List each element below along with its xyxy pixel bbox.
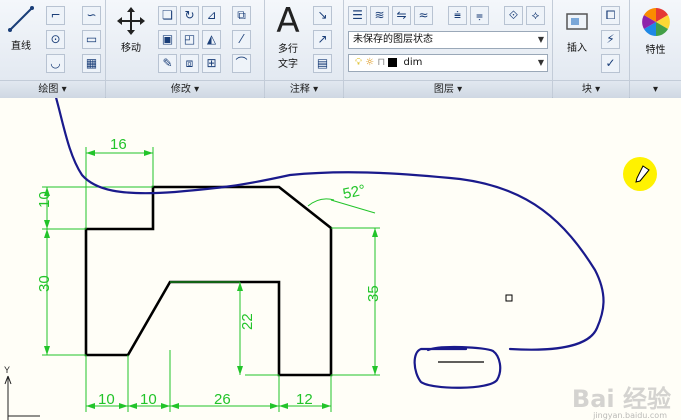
layers-panel: ☰ ≋ ⇋ ≈ ⩧ ⩦ ⟐ ⟡ 未保存的图层状态 ▼ 💡︎ ☼ ⊓ dim ▼ 图… <box>344 0 553 98</box>
fillet-icon[interactable]: ⌒ <box>232 54 251 73</box>
dim-inner-height: 22 <box>239 313 256 330</box>
rotate-icon[interactable]: ↻ <box>180 6 199 25</box>
layer-off-icon[interactable]: ⩦ <box>470 6 489 25</box>
drawing-canvas[interactable]: 16 10 30 22 35 52° 10 10 26 12 Y Bai 经验 … <box>0 98 681 420</box>
leader-icon[interactable]: ↗ <box>313 30 332 49</box>
linear-dimension-icon[interactable]: ↘ <box>313 6 332 25</box>
part-outline <box>84 185 333 377</box>
move-label: 移动 <box>121 43 141 54</box>
erase-icon[interactable]: ✎ <box>158 54 177 73</box>
mtext-button[interactable]: A 多行 文字 <box>269 2 307 74</box>
properties-panel-expander[interactable]: ▾ <box>630 80 681 98</box>
dim-bottom-3: 26 <box>214 391 231 408</box>
scale-icon[interactable]: ◰ <box>180 30 199 49</box>
annotation-panel-label[interactable]: 注释 ▾ <box>265 80 343 98</box>
dim-bottom-1: 10 <box>98 391 115 408</box>
chevron-down-icon: ▼ <box>537 35 544 44</box>
properties-button[interactable]: 特性 <box>634 6 677 62</box>
annotation-panel: A 多行 文字 ↘ ↗ ▤ 注释 ▾ <box>265 0 344 98</box>
draw-panel: 直线 ⌐ ⊙ ◡ ∽ ▭ ▦ 绘图 ▾ <box>0 0 106 98</box>
line-label: 直线 <box>11 41 31 52</box>
block-panel-label[interactable]: 块 ▾ <box>553 80 629 98</box>
watermark-url: jingyan.baidu.com <box>593 411 667 420</box>
move-button[interactable]: 移动 <box>112 6 150 62</box>
create-block-icon[interactable]: ⧠ <box>601 6 620 25</box>
move-icon <box>117 7 145 35</box>
table-icon[interactable]: ▤ <box>313 54 332 73</box>
offset-icon[interactable]: ⧈ <box>180 54 199 73</box>
layer-previous-icon[interactable]: ⇋ <box>392 6 411 25</box>
dim-bottom-2: 10 <box>140 391 157 408</box>
dim-right-height: 35 <box>365 285 382 302</box>
pickbox <box>505 294 513 302</box>
chevron-down-icon: ▼ <box>537 58 544 67</box>
ucs-y-label: Y <box>4 365 10 375</box>
layer-lock-icon[interactable]: ⟐ <box>504 6 523 25</box>
block-panel: 插入 ⧠ ⚡︎ ✓ 块 ▾ <box>553 0 630 98</box>
trim-icon[interactable]: ⊿ <box>202 6 221 25</box>
layer-properties-icon[interactable]: ☰ <box>348 6 367 25</box>
mirror-icon[interactable]: ◭ <box>202 30 221 49</box>
ribbon: 直线 ⌐ ⊙ ◡ ∽ ▭ ▦ 绘图 ▾ 移动 ❏ ↻ ⊿ ⧉ ▣ ◰ ◭ ⁄ ✎… <box>0 0 681 98</box>
color-swatch <box>388 57 398 67</box>
color-wheel-icon <box>641 8 670 36</box>
drawing-svg: 16 10 30 22 35 52° 10 10 26 12 Y <box>4 98 657 420</box>
break-icon[interactable]: ⁄ <box>232 30 251 49</box>
edit-block-icon[interactable]: ⚡︎ <box>601 30 620 49</box>
mtext-label-1: 多行 <box>278 44 298 55</box>
properties-panel: 特性 ▾ <box>630 0 681 98</box>
layer-state-dropdown[interactable]: 未保存的图层状态 ▼ <box>348 31 548 49</box>
properties-label: 特性 <box>645 45 666 56</box>
insert-icon <box>566 13 588 30</box>
layer-match-icon[interactable]: ≋ <box>370 6 389 25</box>
dim-bottom-4: 12 <box>296 391 313 408</box>
insert-label: 插入 <box>567 43 587 54</box>
rectangle-icon[interactable]: ▭ <box>82 30 101 49</box>
arc-icon[interactable]: ◡ <box>46 54 65 73</box>
insert-button[interactable]: 插入 <box>557 6 597 62</box>
current-layer-dropdown[interactable]: 💡︎ ☼ ⊓ dim ▼ <box>348 54 548 72</box>
hatch-icon[interactable]: ▦ <box>82 54 101 73</box>
polyline-icon[interactable]: ⌐ <box>46 6 65 25</box>
layer-freeze-icon[interactable]: ⩧ <box>448 6 467 25</box>
dim-left-main: 30 <box>36 275 53 292</box>
modify-panel-label[interactable]: 修改 ▾ <box>106 80 264 98</box>
modify-panel: 移动 ❏ ↻ ⊿ ⧉ ▣ ◰ ◭ ⁄ ✎ ⧈ ⊞ ⌒ 修改 ▾ <box>106 0 265 98</box>
mtext-label-2: 文字 <box>278 59 298 70</box>
spline-icon[interactable]: ∽ <box>82 6 101 25</box>
copy-icon[interactable]: ❏ <box>158 6 177 25</box>
layers-panel-label[interactable]: 图层 ▾ <box>344 80 552 98</box>
ucs-icon <box>4 375 40 420</box>
stretch-icon[interactable]: ▣ <box>158 30 177 49</box>
array-icon[interactable]: ⧉ <box>232 6 251 25</box>
attribute-icon[interactable]: ✓ <box>601 54 620 73</box>
layer-isolate-icon[interactable]: ≈ <box>414 6 433 25</box>
circle-icon[interactable]: ⊙ <box>46 30 65 49</box>
watermark-logo: Bai 经验 <box>571 385 671 413</box>
sun-icon: ☼ <box>365 57 375 68</box>
draw-panel-label[interactable]: 绘图 ▾ <box>0 80 105 98</box>
line-button[interactable]: 直线 <box>4 4 38 60</box>
line-icon <box>8 6 34 32</box>
layer-walk-icon[interactable]: ⟡ <box>526 6 545 25</box>
dim-top-width: 16 <box>110 136 127 153</box>
explode-icon[interactable]: ⊞ <box>202 54 221 73</box>
dim-left-top: 10 <box>36 191 53 208</box>
mtext-icon: A <box>276 1 300 41</box>
lightbulb-icon: 💡︎ <box>355 57 362 68</box>
dim-angle: 52° <box>341 182 367 203</box>
unlock-icon: ⊓ <box>377 57 386 68</box>
